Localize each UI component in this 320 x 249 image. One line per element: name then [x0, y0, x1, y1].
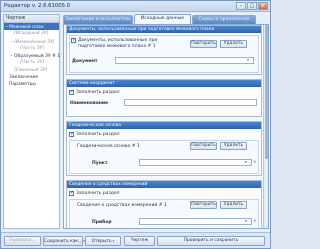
documents-checkbox[interactable] [71, 37, 76, 43]
save-as-button[interactable]: Сохранить как...▾ [43, 236, 85, 246]
delete-button[interactable]: Удалить [220, 201, 247, 209]
geodesic-basis-section: Геодезическая основа Заполнить раздел Ге… [66, 121, 262, 176]
tree-item-label: [Изменённый ЗУ] [14, 39, 55, 45]
check-button[interactable]: Проверка... [4, 236, 41, 246]
documents-checkbox-row[interactable]: Документы, использованные при подготовке… [71, 37, 181, 49]
close-icon[interactable]: × [253, 218, 256, 223]
tree-item-label: Заключение [9, 75, 39, 81]
instruments-checkbox-label: Заполнить раздел [76, 191, 120, 196]
geodesic-checkbox-label: Заполнить раздел [76, 132, 120, 137]
instrument-entry-label: Сведения о средствах измерений # 1 [77, 203, 167, 208]
section-header: Система координат [67, 80, 261, 87]
tree-item-label: Образуемый ЗУ # 1 [14, 54, 61, 60]
tree-item-label: [Часть ЗУ] [20, 45, 45, 51]
tree-item-parcel-part[interactable]: [Часть ЗУ] [4, 59, 59, 66]
tab-schemes-attachments[interactable]: Схемы и приложения [192, 15, 256, 24]
chevron-down-icon[interactable]: ▾ [247, 57, 249, 62]
coordinate-system-section: Система координат Заполнить раздел Наиме… [66, 79, 262, 117]
save-as-label: Сохранить как... [44, 239, 83, 244]
tree-item-formed-parcel[interactable]: −Образуемый ЗУ # 1 [4, 52, 61, 60]
validate-save-button[interactable]: Проверить и сохранить [157, 236, 265, 246]
repeat-button[interactable]: Повторить [190, 201, 217, 209]
chevron-down-icon[interactable]: ▾ [113, 239, 115, 243]
tree-item-survey-plan[interactable]: −Межевой план [4, 23, 59, 31]
tree-item-adjacent-parcel[interactable]: [Смежный ЗУ] [4, 67, 59, 74]
window-title: Редактор v. 2.6.61005.0 [4, 3, 71, 9]
instruments-checkbox-row[interactable]: Заполнить раздел [69, 190, 120, 196]
structure-tree: Чертеж −Межевой план [Исходный ЗУ] −[Изм… [3, 14, 60, 229]
tree-item-label: [Исходный ЗУ] [14, 31, 49, 37]
chevron-down-icon[interactable]: ▾ [245, 218, 247, 223]
tree-item-changed-parcel[interactable]: −[Изменённый ЗУ] [4, 38, 59, 45]
close-icon[interactable]: × [253, 159, 256, 164]
tab-strip: Заключение и исполнитель Исходные данные… [63, 14, 269, 24]
coords-field-label: Наименование [70, 101, 109, 106]
documents-checkbox-label: Документы, использованные при подготовке… [78, 38, 158, 49]
open-button[interactable]: Открыть▾ [85, 236, 121, 246]
point-field[interactable] [139, 159, 252, 166]
open-label: Открыть [91, 239, 112, 244]
editor-window: Редактор v. 2.6.61005.0 – □ × Чертеж −Ме… [0, 0, 271, 249]
tab-conclusion-executor[interactable]: Заключение и исполнитель [63, 15, 133, 24]
tree-item-parameters[interactable]: Параметры [4, 81, 59, 88]
point-field-label: Пункт [92, 161, 108, 166]
device-field[interactable] [139, 218, 252, 225]
section-header: Сведения о средствах измерений [67, 181, 261, 188]
coords-name-field[interactable] [124, 99, 257, 106]
document-field[interactable] [115, 57, 254, 64]
tree-item-label: [Смежный ЗУ] [14, 67, 48, 73]
geodesic-checkbox[interactable] [69, 131, 74, 137]
geodesic-entry-label: Геодезическая основа # 1 [77, 144, 140, 149]
device-field-label: Прибор [92, 220, 112, 225]
footer-toolbar: Проверка... Сохранить как...▾ Открыть▾ Ч… [1, 232, 270, 248]
tab-source-data[interactable]: Исходные данные [134, 14, 191, 24]
coords-checkbox-label: Заполнить раздел [76, 90, 120, 95]
delete-button[interactable]: Удалить [220, 142, 247, 150]
source-data-panel: Документы, использованные при подготовке… [63, 24, 269, 229]
tree-item-label: [Часть ЗУ] [20, 60, 45, 66]
window-controls: – □ × [236, 2, 268, 10]
section-header: Геодезическая основа [67, 122, 261, 129]
chevron-down-icon[interactable]: ▾ [245, 159, 247, 164]
repeat-button[interactable]: Повторить [190, 142, 217, 150]
tree-header: Чертеж [4, 15, 59, 23]
title-bar: Редактор v. 2.6.61005.0 – □ × [1, 1, 270, 12]
tree-item-conclusion[interactable]: Заключение [4, 74, 59, 81]
geodesic-checkbox-row[interactable]: Заполнить раздел [69, 131, 120, 137]
scrollbar-thumb[interactable] [264, 25, 268, 159]
drawing-button[interactable]: Чертеж [124, 236, 155, 246]
minimize-button[interactable]: – [236, 2, 246, 10]
instruments-checkbox[interactable] [69, 190, 74, 196]
close-button[interactable]: × [258, 2, 268, 10]
tree-item-label: Межевой план [9, 25, 44, 30]
tree-item-parcel-part[interactable]: [Часть ЗУ] [4, 45, 59, 52]
coords-checkbox-row[interactable]: Заполнить раздел [69, 89, 120, 95]
vertical-scrollbar[interactable] [263, 25, 268, 228]
coords-checkbox[interactable] [69, 89, 74, 95]
section-header: Документы, использованные при подготовке… [67, 26, 261, 33]
instruments-section: Сведения о средствах измерений Заполнить… [66, 180, 262, 228]
maximize-button[interactable]: □ [247, 2, 257, 10]
documents-section: Документы, использованные при подготовке… [66, 25, 262, 75]
document-field-label: Документ [72, 59, 98, 64]
repeat-button[interactable]: Повторить [190, 40, 217, 48]
delete-button[interactable]: Удалить [220, 40, 247, 48]
tree-item-source-parcel[interactable]: [Исходный ЗУ] [4, 30, 59, 37]
tree-item-label: Параметры [9, 82, 36, 88]
